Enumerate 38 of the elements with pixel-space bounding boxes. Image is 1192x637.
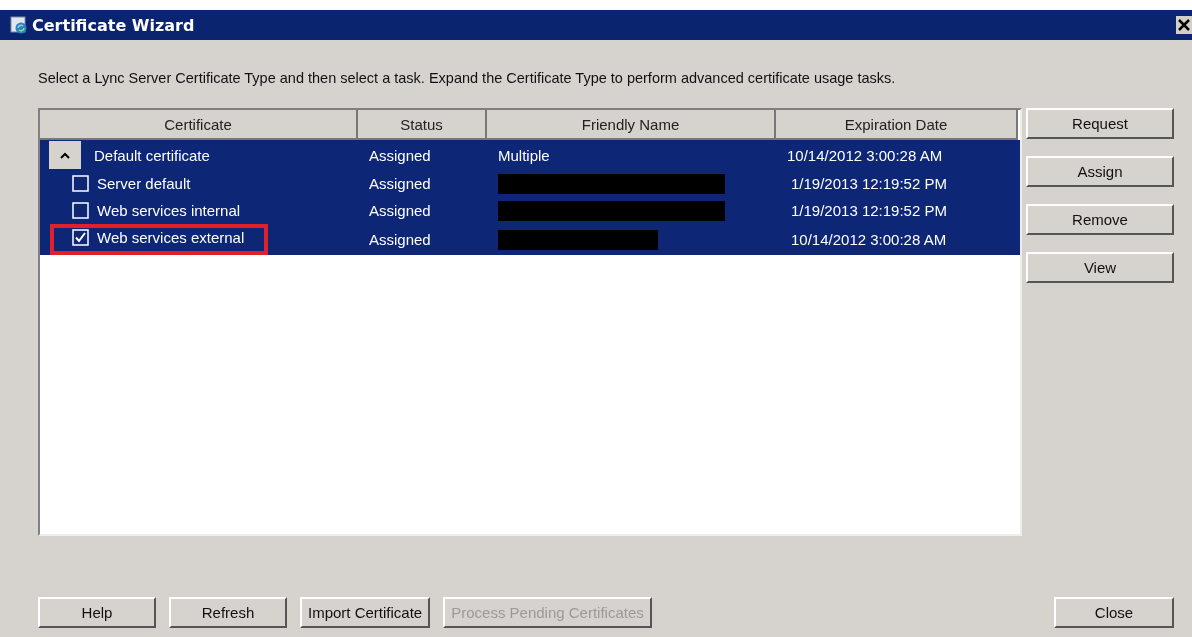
status-text: Assigned	[369, 202, 431, 219]
friendly-name: Multiple	[498, 146, 550, 164]
checkbox[interactable]	[72, 175, 89, 192]
certificate-name: Web services internal	[97, 202, 241, 219]
column-header[interactable]: Friendly Name	[487, 110, 776, 140]
footer-button[interactable]: Refresh	[169, 597, 287, 628]
status-text: Assigned	[369, 175, 431, 192]
checkbox[interactable]	[72, 202, 89, 219]
expiration-date: 1/19/2013 12:19:52 PM	[791, 202, 947, 219]
footer-button[interactable]: Import Certificate	[300, 597, 431, 628]
close-button[interactable]: Close	[1054, 597, 1174, 628]
expiration-date: 10/14/2012 3:00:28 AM	[791, 231, 947, 248]
status-text: Assigned	[369, 231, 431, 248]
column-header[interactable]: Certificate	[40, 110, 358, 140]
action-button[interactable]: View	[1026, 252, 1174, 283]
certificate-row[interactable]: Default certificate Assigned Multiple 10/14/2012 3:00:28 AM	[40, 140, 1020, 170]
certificate-name: Server default	[97, 175, 191, 192]
certificate-name: Web services external	[97, 229, 245, 246]
expiration-date: 10/14/2012 3:00:28 AM	[787, 146, 943, 164]
action-button[interactable]: Request	[1026, 108, 1174, 139]
column-header[interactable]: Status	[358, 110, 487, 140]
status-text: Assigned	[369, 146, 431, 164]
checkbox[interactable]	[72, 229, 89, 246]
certificate-app-icon	[10, 16, 28, 34]
caret-up-icon	[60, 151, 70, 159]
action-button[interactable]: Remove	[1026, 204, 1174, 235]
collapse-button[interactable]	[49, 141, 81, 169]
close-icon[interactable]	[1176, 16, 1192, 34]
certificate-row[interactable]: Server default Assigned 1/19/2013 12:19:52 PM	[40, 170, 1020, 197]
action-button[interactable]: Assign	[1026, 156, 1174, 187]
certificate-row[interactable]: Web services external Assigned 10/14/2012 3:00:28 AM	[40, 224, 1020, 255]
instruction-text: Select a Lync Server Certificate Type and then select a task. Expand the Certificate Type to perform advanced certificate usage tasks.	[38, 70, 897, 86]
window-title: Certificate Wizard	[32, 15, 195, 35]
footer-button[interactable]: Help	[38, 597, 156, 628]
certificate-row[interactable]: Web services internal Assigned 1/19/2013 12:19:52 PM	[40, 197, 1020, 224]
certificate-name: Default certificate	[94, 146, 210, 164]
column-header[interactable]: Expiration Date	[776, 110, 1018, 140]
expiration-date: 1/19/2013 12:19:52 PM	[791, 175, 947, 192]
